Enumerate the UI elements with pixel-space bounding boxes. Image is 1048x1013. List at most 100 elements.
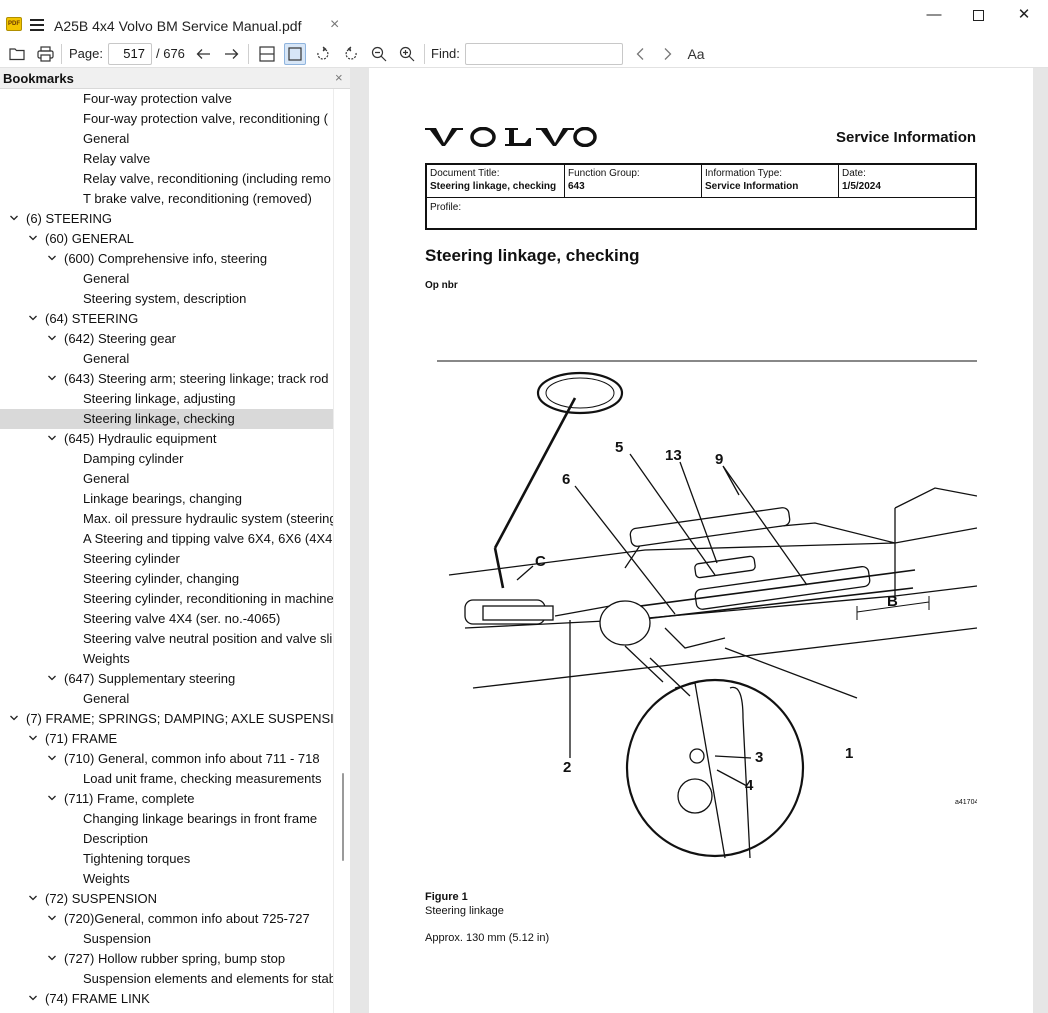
- chevron-down-icon[interactable]: [8, 209, 20, 229]
- tab-close-icon[interactable]: ×: [330, 16, 339, 34]
- rotate-left-icon[interactable]: [312, 43, 334, 65]
- bookmark-label: General: [83, 271, 130, 286]
- callout-5: 5: [615, 439, 623, 456]
- chevron-down-icon[interactable]: [46, 749, 58, 769]
- chevron-down-icon[interactable]: [27, 729, 39, 749]
- chevron-down-icon[interactable]: [46, 369, 58, 389]
- bookmark-item[interactable]: Four-way protection valve, reconditionin…: [0, 109, 333, 129]
- chevron-down-icon[interactable]: [46, 909, 58, 929]
- bookmark-item[interactable]: Description: [0, 829, 333, 849]
- bookmark-item[interactable]: Suspension elements and elements for sta…: [0, 969, 333, 989]
- bookmarks-close-icon[interactable]: ×: [335, 70, 343, 85]
- volvo-logo: [425, 126, 597, 148]
- bookmark-item[interactable]: Steering valve neutral position and valv…: [0, 629, 333, 649]
- chevron-down-icon[interactable]: [27, 229, 39, 249]
- document-tab[interactable]: A25B 4x4 Volvo BM Service Manual.pdf: [54, 18, 301, 34]
- bookmark-item[interactable]: Load unit frame, checking measurements: [0, 769, 333, 789]
- bookmark-item[interactable]: (647) Supplementary steering: [0, 669, 333, 689]
- bookmark-item[interactable]: Steering cylinder, reconditioning in mac…: [0, 589, 333, 609]
- bookmark-item[interactable]: (71) FRAME: [0, 729, 333, 749]
- bookmark-item[interactable]: Steering valve 4X4 (ser. no.-4065): [0, 609, 333, 629]
- chevron-down-icon[interactable]: [46, 249, 58, 269]
- find-prev-icon[interactable]: [629, 43, 651, 65]
- bookmark-item[interactable]: General: [0, 689, 333, 709]
- bookmark-item[interactable]: Steering linkage, adjusting: [0, 389, 333, 409]
- bookmark-item[interactable]: General: [0, 349, 333, 369]
- bookmark-item[interactable]: Tightening torques: [0, 849, 333, 869]
- chevron-down-icon[interactable]: [46, 429, 58, 449]
- bookmark-item[interactable]: (645) Hydraulic equipment: [0, 429, 333, 449]
- bookmark-item[interactable]: Max. oil pressure hydraulic system (stee…: [0, 509, 333, 529]
- folder-open-icon[interactable]: [6, 43, 28, 65]
- bookmark-item[interactable]: Four-way protection valve: [0, 89, 333, 109]
- arrow-left-icon[interactable]: [192, 43, 214, 65]
- bookmark-item[interactable]: Steering linkage, checking: [0, 409, 333, 429]
- bookmark-item[interactable]: (72) SUSPENSION: [0, 889, 333, 909]
- doc-title-label: Document Title:: [430, 168, 500, 179]
- chevron-down-icon[interactable]: [27, 989, 39, 1009]
- bookmark-item[interactable]: Relay valve, reconditioning (including r…: [0, 169, 333, 189]
- zoom-in-icon[interactable]: [396, 43, 418, 65]
- bookmark-item[interactable]: Weights: [0, 649, 333, 669]
- maximize-button[interactable]: [968, 6, 988, 26]
- bookmark-item[interactable]: (720)General, common info about 725-727: [0, 909, 333, 929]
- bookmark-item[interactable]: Linkage bearings, changing: [0, 489, 333, 509]
- bookmark-item[interactable]: (711) Frame, complete: [0, 789, 333, 809]
- bookmark-item[interactable]: Changing linkage bearings in front frame: [0, 809, 333, 829]
- bookmark-label: (727) Hollow rubber spring, bump stop: [64, 951, 286, 966]
- document-heading: Steering linkage, checking: [425, 246, 640, 265]
- bookmark-item[interactable]: Steering cylinder: [0, 549, 333, 569]
- fit-page-icon[interactable]: [284, 43, 306, 65]
- bookmark-item[interactable]: Damping cylinder: [0, 449, 333, 469]
- bookmark-item[interactable]: General: [0, 129, 333, 149]
- bookmark-label: A Steering and tipping valve 6X4, 6X6 (4…: [83, 531, 333, 546]
- find-input[interactable]: [465, 43, 623, 65]
- fit-width-icon[interactable]: [256, 43, 278, 65]
- chevron-down-icon[interactable]: [46, 789, 58, 809]
- arrow-right-icon[interactable]: [220, 43, 242, 65]
- date-label: Date:: [842, 168, 866, 179]
- bookmark-item[interactable]: Suspension: [0, 929, 333, 949]
- bookmarks-scrollbar[interactable]: [333, 89, 350, 1013]
- bookmark-item[interactable]: General: [0, 469, 333, 489]
- chevron-down-icon[interactable]: [46, 329, 58, 349]
- bookmark-item[interactable]: A Steering and tipping valve 6X4, 6X6 (4…: [0, 529, 333, 549]
- bookmark-item[interactable]: Steering cylinder, changing: [0, 569, 333, 589]
- bookmark-item[interactable]: Relay valve: [0, 149, 333, 169]
- bookmark-item[interactable]: (643) Steering arm; steering linkage; tr…: [0, 369, 333, 389]
- bookmark-item[interactable]: (7) FRAME; SPRINGS; DAMPING; AXLE SUSPEN…: [0, 709, 333, 729]
- menu-icon[interactable]: [30, 19, 44, 31]
- bookmark-item[interactable]: (642) Steering gear: [0, 329, 333, 349]
- bookmark-item[interactable]: (60) GENERAL: [0, 229, 333, 249]
- bookmark-item[interactable]: (6) STEERING: [0, 209, 333, 229]
- rotate-right-icon[interactable]: [340, 43, 362, 65]
- page-number-input[interactable]: 517: [108, 43, 152, 65]
- find-next-icon[interactable]: [657, 43, 679, 65]
- zoom-out-icon[interactable]: [368, 43, 390, 65]
- minimize-button[interactable]: —: [924, 6, 944, 26]
- bookmark-label: Four-way protection valve: [83, 91, 232, 106]
- bookmark-item[interactable]: (710) General, common info about 711 - 7…: [0, 749, 333, 769]
- bookmark-item[interactable]: (600) Comprehensive info, steering: [0, 249, 333, 269]
- bookmark-item[interactable]: (74) FRAME LINK: [0, 989, 333, 1009]
- chevron-down-icon[interactable]: [46, 669, 58, 689]
- chevron-down-icon[interactable]: [46, 949, 58, 969]
- close-window-button[interactable]: ✕: [1014, 6, 1034, 26]
- bookmark-item[interactable]: (64) STEERING: [0, 309, 333, 329]
- match-case-icon[interactable]: Aa: [685, 43, 707, 65]
- bookmark-item[interactable]: T brake valve, reconditioning (removed): [0, 189, 333, 209]
- document-viewer[interactable]: Service Information Document Title: Stee…: [350, 68, 1048, 1013]
- scrollbar-thumb[interactable]: [342, 773, 344, 861]
- bookmark-label: (6) STEERING: [26, 211, 112, 226]
- bookmark-item[interactable]: Steering system, description: [0, 289, 333, 309]
- bookmark-label: Steering system, description: [83, 291, 247, 306]
- chevron-down-icon[interactable]: [27, 309, 39, 329]
- bookmark-item[interactable]: (727) Hollow rubber spring, bump stop: [0, 949, 333, 969]
- chevron-down-icon[interactable]: [27, 889, 39, 909]
- bookmark-item[interactable]: General: [0, 269, 333, 289]
- bookmark-label: Steering cylinder, reconditioning in mac…: [83, 591, 333, 606]
- chevron-down-icon[interactable]: [8, 709, 20, 729]
- steering-linkage-illustration: 5 13 9 6 C B 2 3 4 1 a41704: [437, 360, 977, 859]
- bookmark-item[interactable]: Weights: [0, 869, 333, 889]
- print-icon[interactable]: [34, 43, 56, 65]
